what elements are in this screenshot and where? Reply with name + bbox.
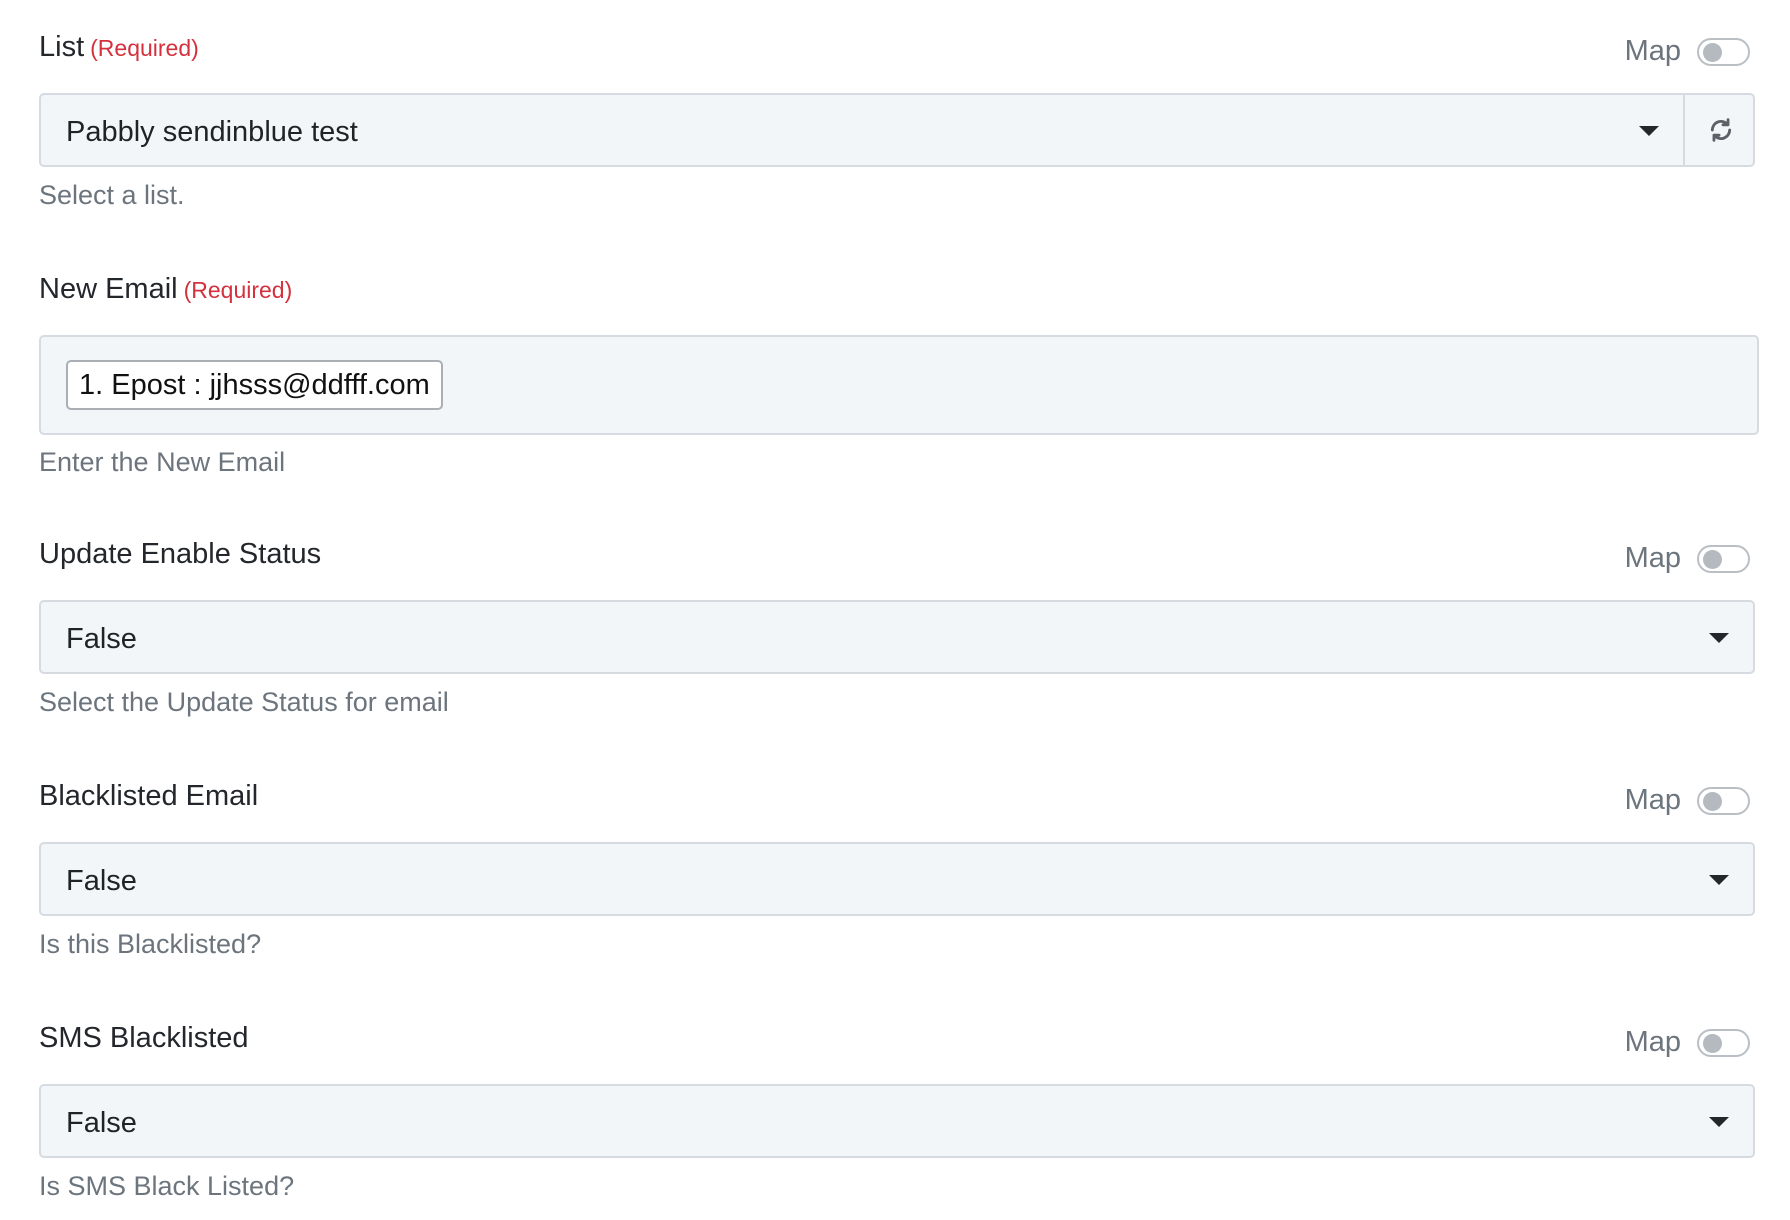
field-list-help: Select a list. <box>39 180 185 210</box>
list-select[interactable]: Pabbly sendinblue test <box>39 93 1685 167</box>
field-blacklisted-email-header: Blacklisted Email Map <box>39 774 1755 824</box>
update-enable-status-select[interactable]: False <box>39 600 1755 674</box>
required-indicator: (Required) <box>183 277 293 303</box>
label-text: List <box>39 31 85 63</box>
update-enable-status-value: False <box>66 623 137 655</box>
field-new-email-help: Enter the New Email <box>39 447 286 477</box>
field-update-enable-status-header: Update Enable Status Map <box>39 532 1755 582</box>
field-update-enable-status-label: Update Enable Status <box>39 538 322 570</box>
map-toggle[interactable] <box>1697 1029 1750 1057</box>
mapped-value-chip[interactable]: 1. Epost : jjhsss@ddfff.com <box>66 360 443 410</box>
map-control: Map <box>1595 534 1755 584</box>
required-indicator: (Required) <box>90 35 199 61</box>
field-update-enable-status-help: Select the Update Status for email <box>39 687 449 717</box>
toggle-knob <box>1703 43 1722 62</box>
map-toggle[interactable] <box>1697 545 1750 573</box>
sms-blacklisted-select[interactable]: False <box>39 1084 1755 1158</box>
refresh-button[interactable] <box>1684 93 1755 167</box>
caret-down-icon <box>1709 1117 1729 1127</box>
map-label: Map <box>1624 35 1681 67</box>
map-control: Map <box>1595 1018 1755 1068</box>
field-sms-blacklisted-header: SMS Blacklisted Map <box>39 1016 1755 1066</box>
sms-blacklisted-value: False <box>66 1107 137 1139</box>
blacklisted-email-value: False <box>66 865 137 897</box>
field-new-email-label: New Email (Required) <box>39 273 292 306</box>
field-list-label: List (Required) <box>39 31 199 64</box>
caret-down-icon <box>1709 633 1729 643</box>
caret-down-icon <box>1709 875 1729 885</box>
map-control: Map <box>1595 27 1755 77</box>
field-new-email-header: New Email (Required) <box>39 267 1755 317</box>
blacklisted-email-select[interactable]: False <box>39 842 1755 916</box>
field-blacklisted-email-label: Blacklisted Email <box>39 780 259 812</box>
list-select-value: Pabbly sendinblue test <box>66 116 358 148</box>
field-sms-blacklisted-label: SMS Blacklisted <box>39 1022 249 1054</box>
map-label: Map <box>1624 542 1681 574</box>
field-blacklisted-email-help: Is this Blacklisted? <box>39 929 262 959</box>
map-toggle[interactable] <box>1697 38 1750 66</box>
toggle-knob <box>1703 792 1722 811</box>
map-toggle[interactable] <box>1697 787 1750 815</box>
caret-down-icon <box>1639 126 1659 136</box>
new-email-input[interactable]: 1. Epost : jjhsss@ddfff.com <box>39 335 1759 435</box>
toggle-knob <box>1703 1034 1722 1053</box>
field-sms-blacklisted-help: Is SMS Black Listed? <box>39 1171 295 1201</box>
map-control: Map <box>1595 776 1755 826</box>
map-label: Map <box>1624 1026 1681 1058</box>
toggle-knob <box>1703 550 1722 569</box>
label-text: New Email <box>39 273 178 305</box>
map-label: Map <box>1624 784 1681 816</box>
field-list-header: List (Required) Map <box>39 25 1755 75</box>
refresh-icon <box>1710 118 1732 142</box>
